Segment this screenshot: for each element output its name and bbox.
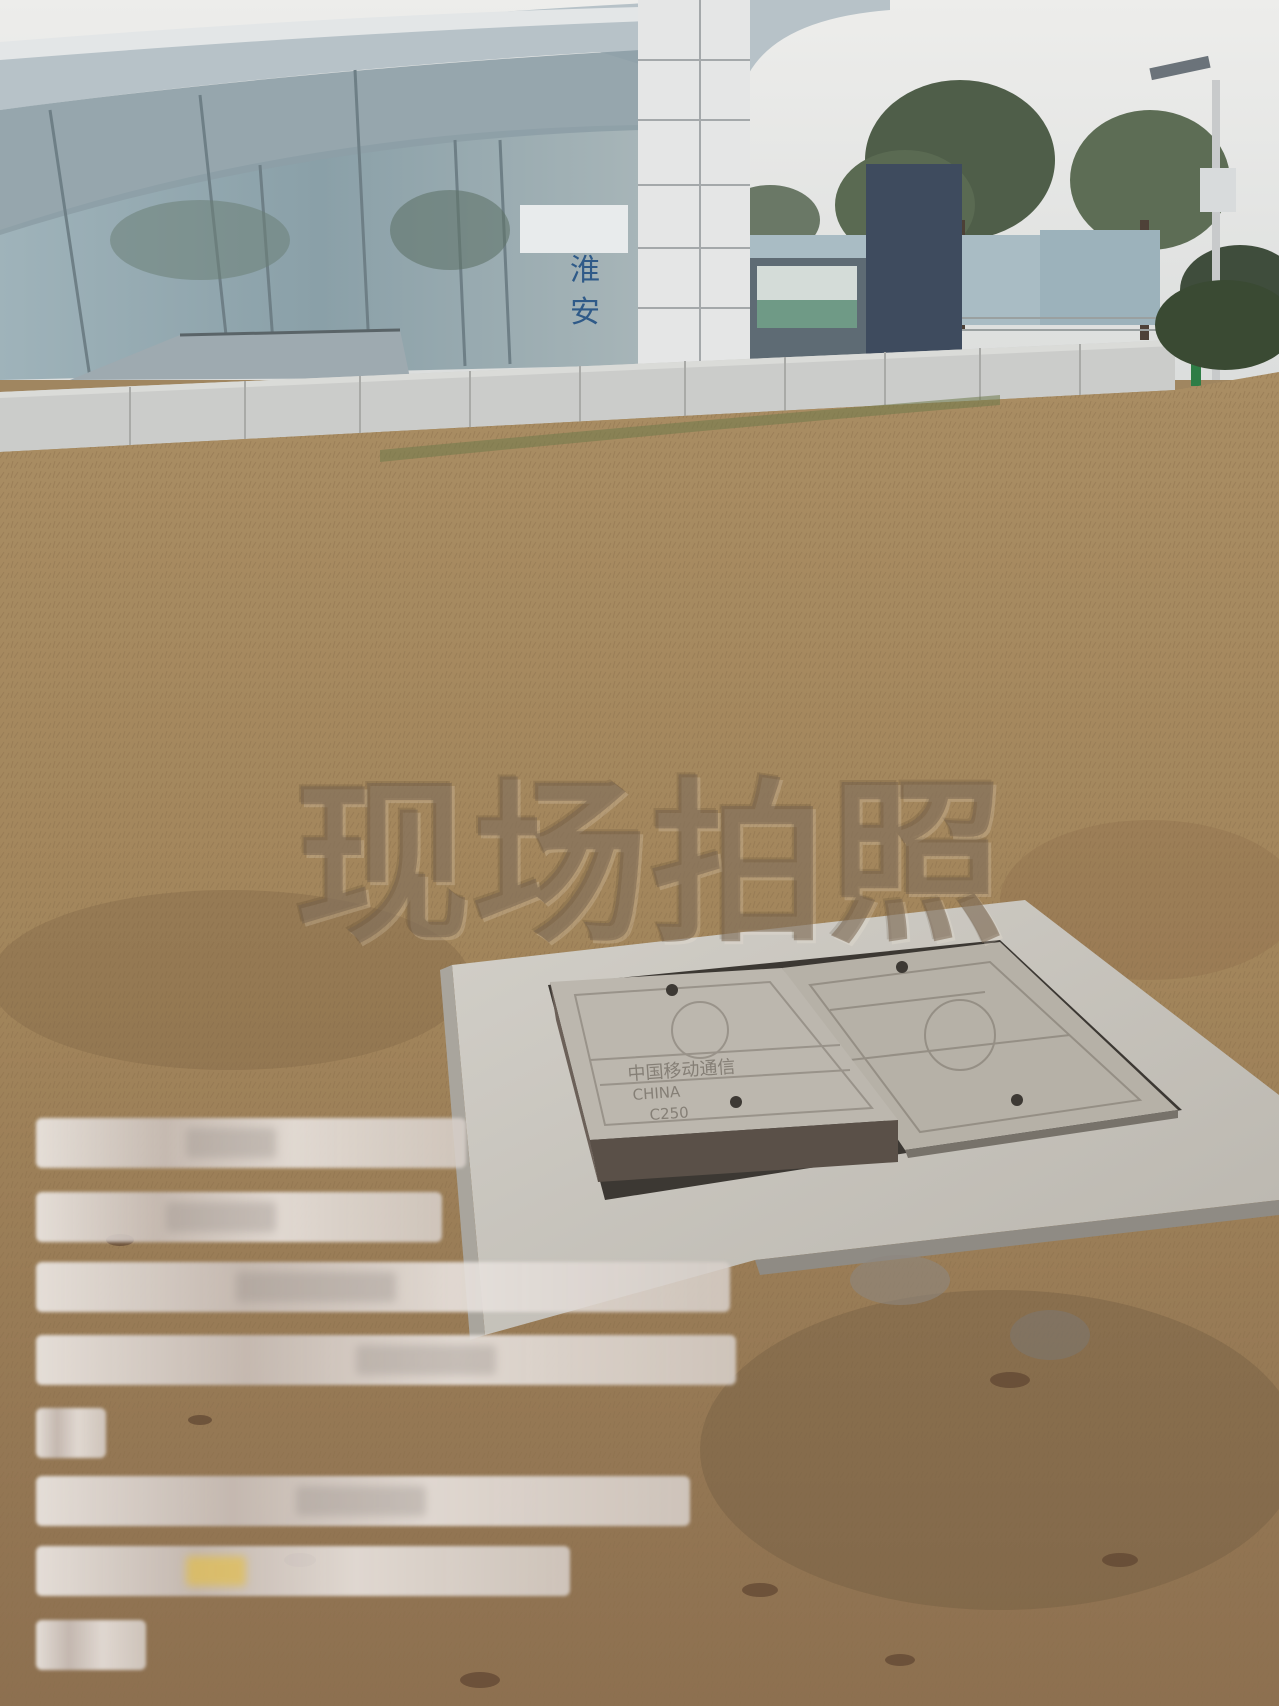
- glass-sign: [520, 205, 628, 253]
- redacted-line-4: [36, 1335, 736, 1385]
- redacted-line-7: [36, 1546, 570, 1596]
- signboard: [866, 164, 962, 354]
- cover-text-3: C250: [649, 1103, 689, 1124]
- redacted-line-6: [36, 1476, 690, 1526]
- watermark-text: 现场拍照: [293, 761, 1006, 967]
- redacted-line-3: [36, 1262, 730, 1312]
- redacted-line-2: [36, 1192, 442, 1242]
- redacted-line-8: [36, 1620, 146, 1670]
- photo-scene: 中国移动通信 CHINA C250 淮安 现场拍照: [0, 0, 1279, 1706]
- station-name-sign: 淮安: [570, 253, 600, 330]
- cladding-column: [638, 0, 750, 368]
- cover-text-2: CHINA: [632, 1083, 682, 1104]
- bulletin-board: [748, 258, 866, 362]
- corner-watermark: [1078, 1628, 1248, 1664]
- redacted-line-5: [36, 1408, 106, 1458]
- redacted-line-1: [36, 1118, 466, 1168]
